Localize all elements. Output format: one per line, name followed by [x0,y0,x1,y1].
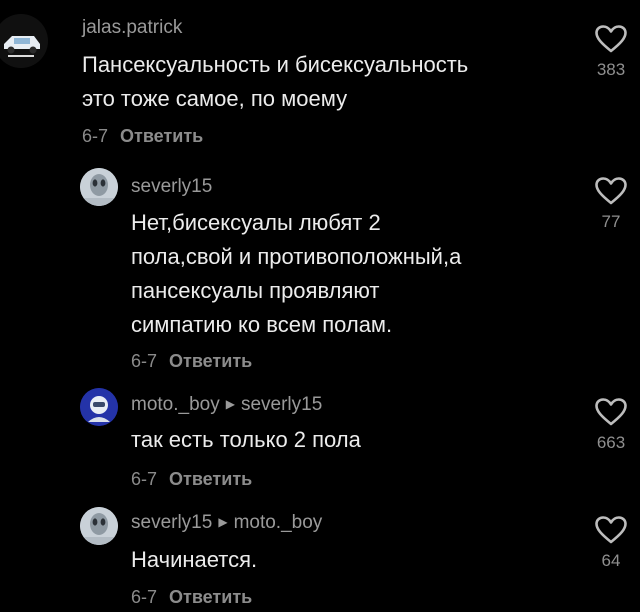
comment-text-line: пансексуалы проявляют [131,278,380,303]
comment-text: Пансексуальность и бисексуальность это т… [82,48,468,116]
comment-text: так есть только 2 пола [131,423,361,457]
comments-screen: jalas.patrick Пансексуальность и бисексу… [0,0,640,612]
heart-outline-icon [595,25,627,53]
reply-author[interactable]: moto._boy [131,394,220,415]
comment-username: moto._boy ▶ severly15 [131,393,322,416]
comment-username[interactable]: severly15 [131,176,212,198]
avatar[interactable] [80,388,118,426]
comment-text: Начинается. [131,543,257,577]
like-button[interactable]: 663 [586,397,636,453]
heart-outline-icon [595,516,627,544]
triangle-right-icon: ▶ [225,397,235,411]
comment-text-line: так есть только 2 пола [131,427,361,452]
comment-text-line: Пансексуальность и бисексуальность [82,52,469,77]
comment-meta: 6-7 Ответить [131,586,252,608]
reply-target[interactable]: severly15 [241,394,322,415]
comment-meta: 6-7 Ответить [131,468,252,490]
like-button[interactable]: 64 [586,515,636,571]
reply-target[interactable]: moto._boy [234,512,323,533]
reply-author[interactable]: severly15 [131,512,212,533]
like-button[interactable]: 77 [586,176,636,232]
comment-date: 6-7 [82,126,109,146]
like-button[interactable]: 383 [586,24,636,80]
comment-text: Нет,бисексуалы любят 2 пола,свой и проти… [131,206,461,342]
triangle-right-icon: ▶ [218,515,228,529]
comment-date: 6-7 [131,351,158,371]
like-count: 64 [601,551,621,570]
avatar[interactable] [80,168,118,206]
like-count: 383 [596,60,626,79]
like-count: 77 [601,212,621,231]
comment-meta: 6-7 Ответить [82,125,203,147]
comment-username[interactable]: jalas.patrick [82,17,182,39]
heart-outline-icon [595,177,627,205]
reply-button[interactable]: Ответить [169,469,252,489]
comment-meta: 6-7 Ответить [131,350,252,372]
avatar[interactable] [80,507,118,545]
reply-button[interactable]: Ответить [120,126,203,146]
like-count: 663 [596,433,626,452]
comment-text-line: это тоже самое, по моему [82,86,348,111]
heart-outline-icon [595,398,627,426]
comment-username: severly15 ▶ moto._boy [131,511,322,534]
comment-text-line: пола,свой и противоположный,а [131,244,462,269]
comment-date: 6-7 [131,469,158,489]
reply-button[interactable]: Ответить [169,351,252,371]
comment-text-line: Нет,бисексуалы любят 2 [131,210,381,235]
comment-date: 6-7 [131,587,158,607]
reply-button[interactable]: Ответить [169,587,252,607]
comment-text-line: Начинается. [131,547,258,572]
comment-text-line: симпатию ко всем полам. [131,312,393,337]
avatar[interactable] [0,14,48,68]
